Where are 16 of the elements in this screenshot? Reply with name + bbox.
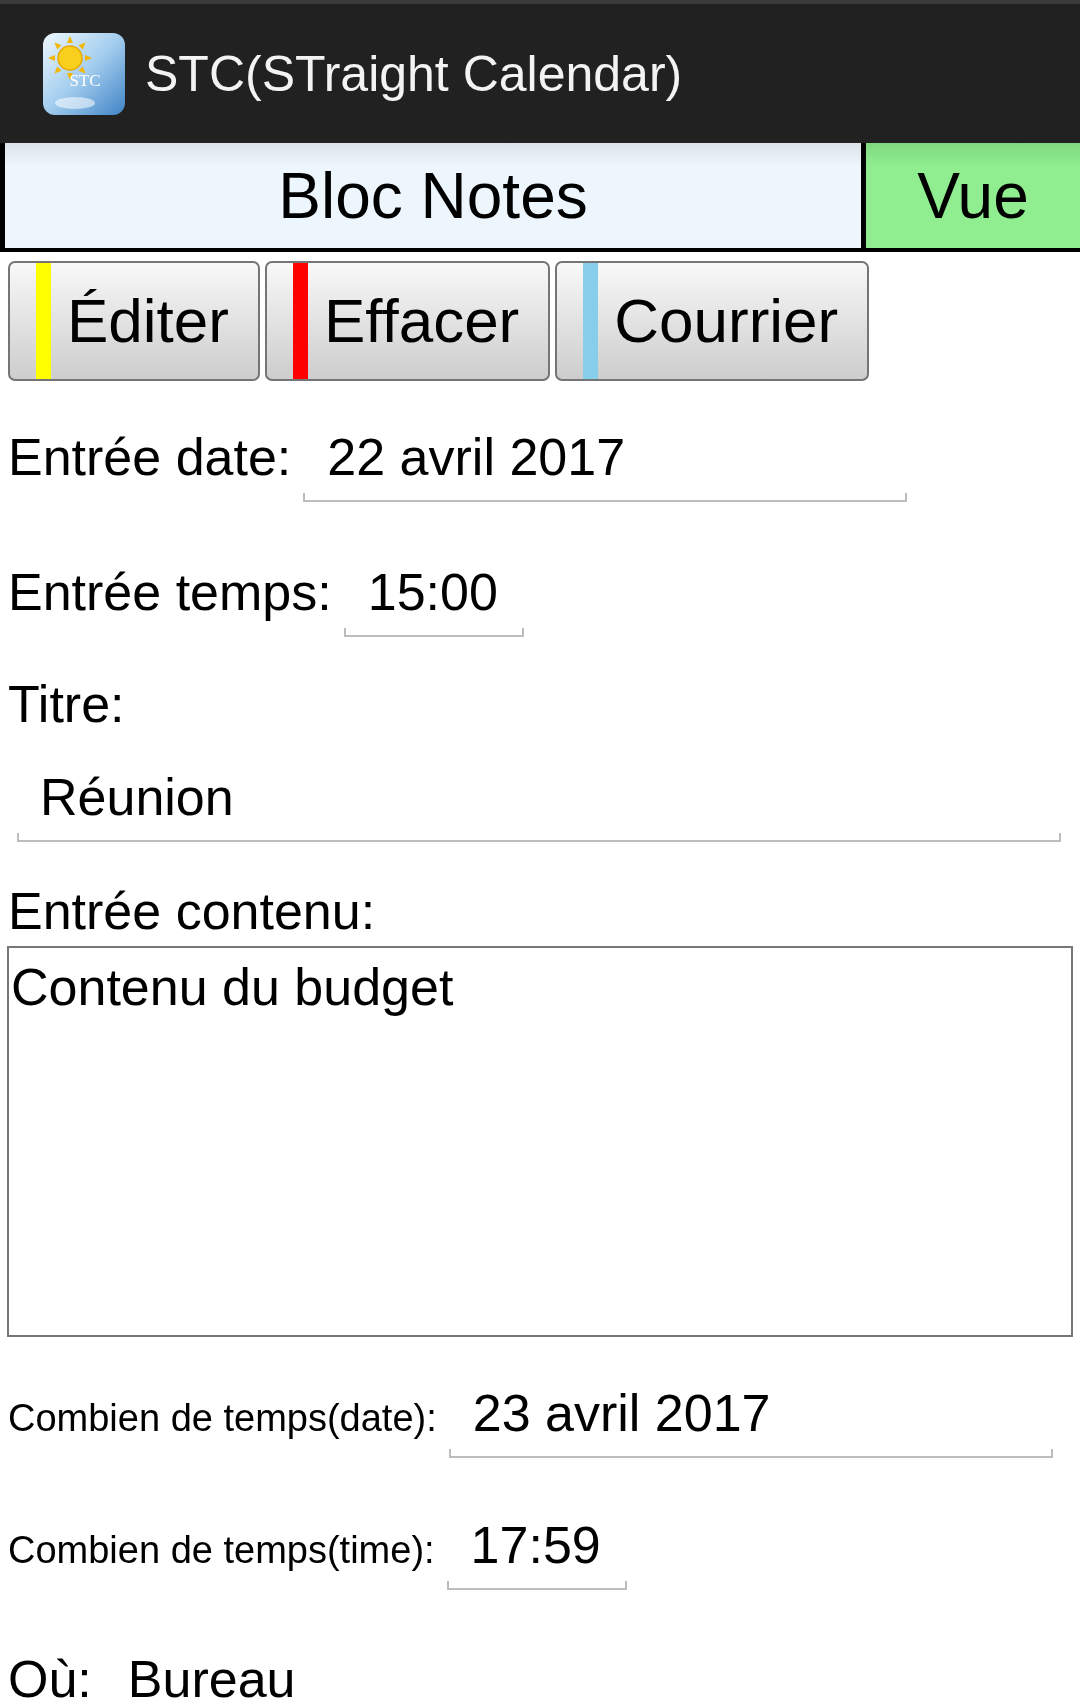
field-label: Entrée contenu:	[7, 881, 377, 941]
app-logo: STC	[43, 32, 125, 115]
tab[interactable]: Vue	[866, 143, 1080, 248]
field-label: Combien de temps(time):	[8, 1528, 435, 1573]
field-label: Titre:	[7, 674, 126, 734]
content-field[interactable]: Contenu du budget	[7, 946, 1073, 1337]
field-label: Combien de temps(date):	[8, 1396, 437, 1441]
action-button[interactable]: Éditer	[8, 261, 260, 381]
field-label: Entrée date:	[8, 427, 292, 487]
action-button[interactable]: Effacer	[264, 261, 551, 381]
tab[interactable]: Bloc Notes	[5, 143, 861, 248]
field-label: Entrée temps:	[8, 562, 332, 622]
location-field[interactable]: Bureau	[127, 1655, 296, 1703]
field-label: Où:	[8, 1655, 92, 1703]
action-button[interactable]: Courrier	[555, 261, 870, 381]
app-title: STC(STraight Calendar)	[145, 44, 683, 104]
